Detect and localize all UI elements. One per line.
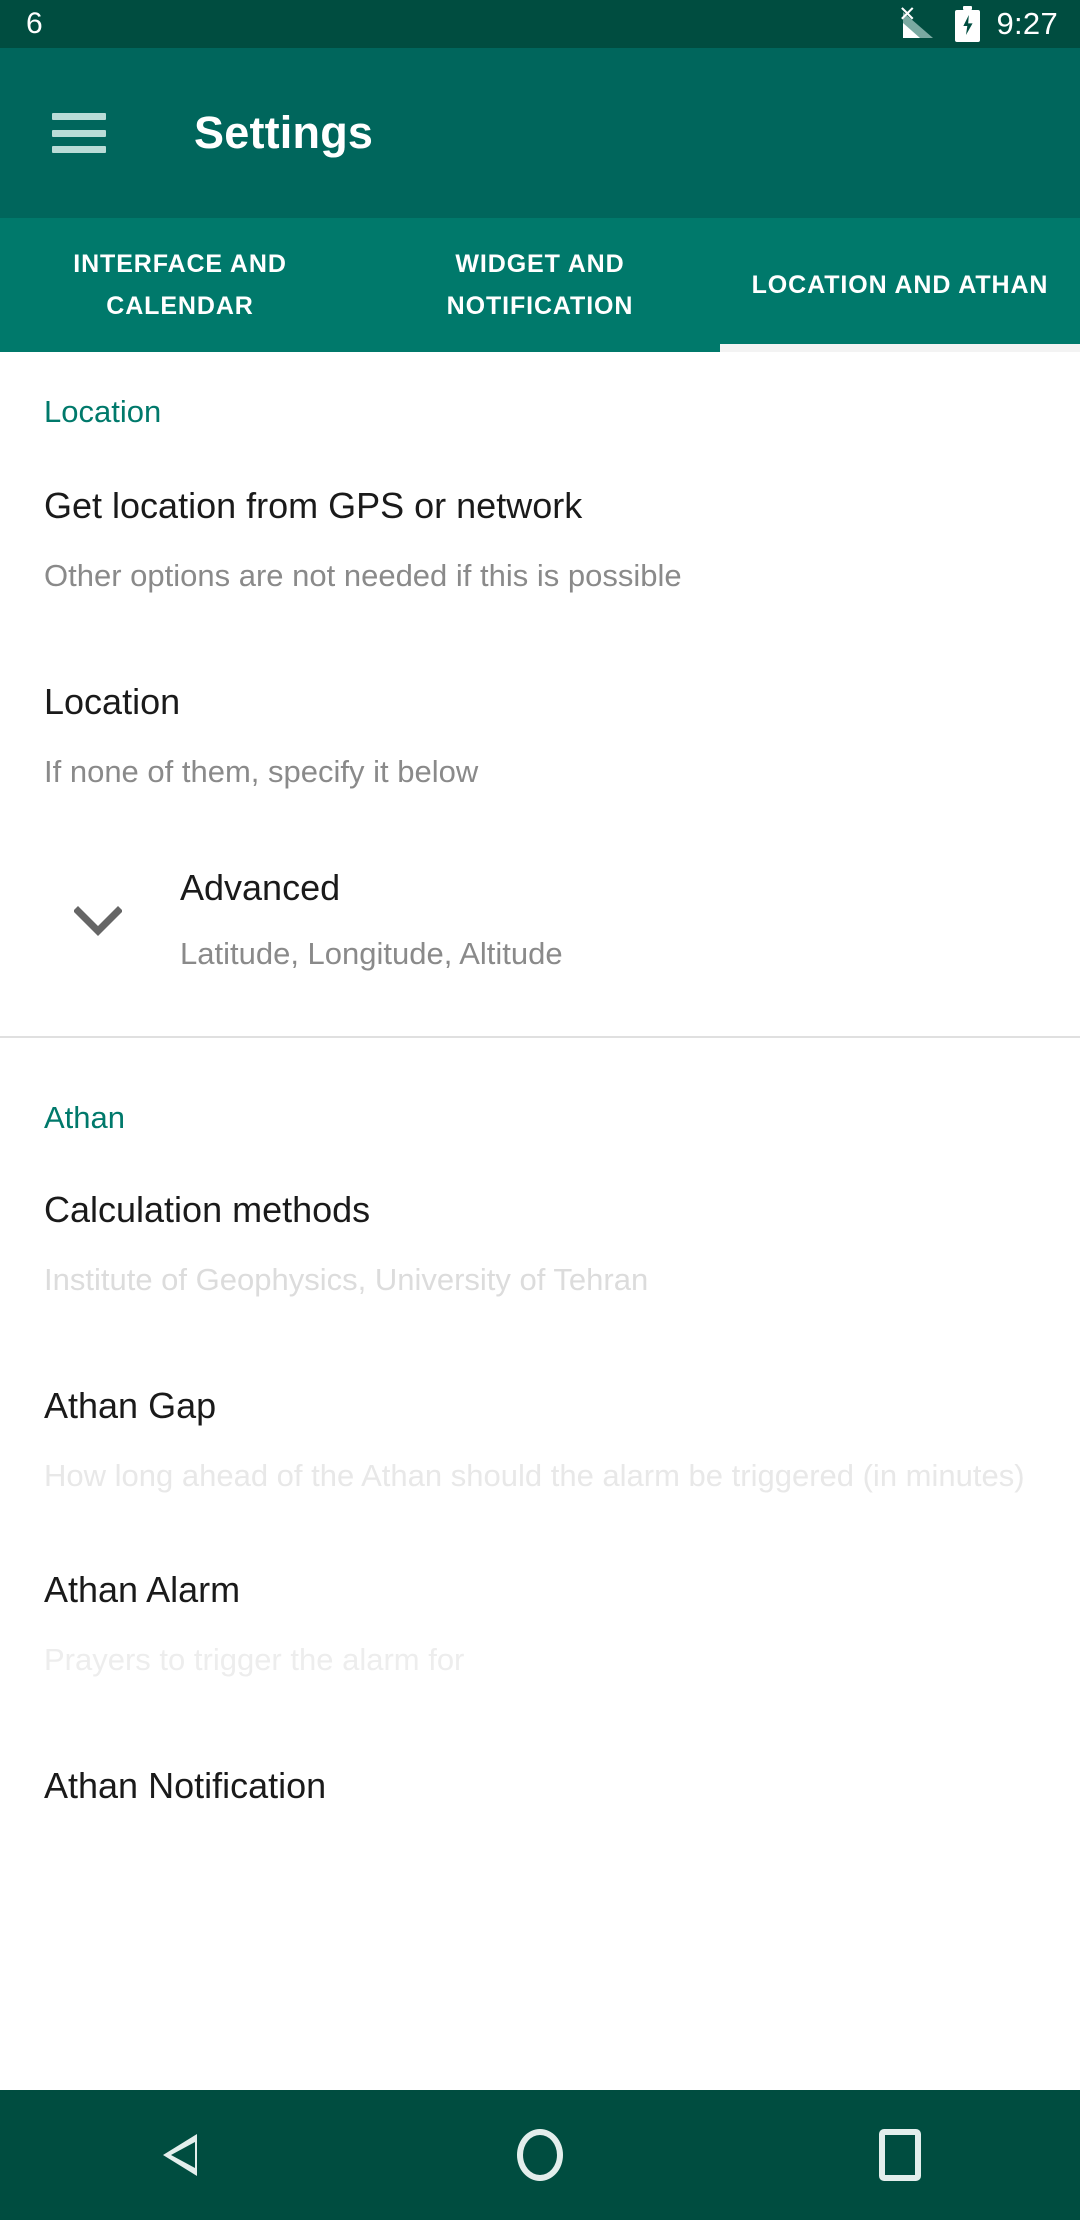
tab-bar: INTERFACE AND CALENDAR WIDGET AND NOTIFI… — [0, 218, 1080, 352]
app-bar: Settings — [0, 48, 1080, 218]
pref-title: Athan Alarm — [44, 1569, 241, 1610]
pref-subtitle: Prayers to trigger the alarm for — [44, 1642, 465, 1677]
signal-no-sim-icon: ✕ — [898, 4, 939, 40]
nav-home-button[interactable] — [360, 2129, 720, 2181]
status-icons: ✕ 9:27 — [898, 0, 1058, 48]
tab-label: LOCATION AND ATHAN — [751, 271, 1049, 299]
pref-subtitle: If none of them, specify it below — [44, 754, 479, 789]
pref-get-location-from-gps[interactable]: Get location from GPS or network Other o… — [0, 482, 1080, 600]
pref-subtitle: Other options are not needed if this is … — [44, 558, 682, 593]
pref-athan-alarm[interactable]: Athan Alarm Prayers to trigger the alarm… — [0, 1566, 1080, 1684]
android-navigation-bar — [0, 2090, 1080, 2220]
pref-title: Get location from GPS or network — [44, 485, 583, 526]
settings-content[interactable]: Location Get location from GPS or networ… — [0, 352, 1080, 2090]
nav-back-button[interactable] — [0, 2134, 360, 2176]
nav-recents-button[interactable] — [720, 2129, 1080, 2181]
home-icon — [517, 2129, 563, 2181]
pref-title: Calculation methods — [44, 1189, 371, 1230]
pref-calculation-methods[interactable]: Calculation methods Institute of Geophys… — [0, 1186, 1080, 1304]
pref-advanced[interactable]: Advanced Latitude, Longitude, Altitude — [0, 864, 1080, 978]
section-header-location: Location — [44, 394, 162, 429]
pref-location[interactable]: Location If none of them, specify it bel… — [0, 678, 1080, 796]
status-bar: 6 ✕ 9:27 — [0, 0, 1080, 48]
tab-label: WIDGET AND NOTIFICATION — [446, 250, 634, 320]
phone-screen: 6 ✕ 9:27 Settings INTERFACE AND CALENDAR — [0, 0, 1080, 2220]
pref-subtitle: Latitude, Longitude, Altitude — [180, 936, 563, 971]
recents-icon — [879, 2129, 921, 2181]
pref-athan-gap[interactable]: Athan Gap How long ahead of the Athan sh… — [0, 1382, 1080, 1500]
chevron-down-icon[interactable] — [62, 906, 134, 936]
tab-indicator — [360, 344, 720, 352]
pref-subtitle: How long ahead of the Athan should the a… — [44, 1458, 1025, 1493]
section-header-athan: Athan — [44, 1100, 126, 1135]
hamburger-menu-icon[interactable] — [52, 113, 106, 153]
pref-title: Athan Notification — [44, 1765, 327, 1806]
tab-interface-and-calendar[interactable]: INTERFACE AND CALENDAR — [0, 218, 360, 352]
tab-location-and-athan[interactable]: LOCATION AND ATHAN — [720, 218, 1080, 352]
page-title: Settings — [194, 107, 374, 158]
tab-indicator — [0, 344, 360, 352]
tab-label: INTERFACE AND CALENDAR — [73, 250, 287, 320]
pref-title: Athan Gap — [44, 1385, 217, 1426]
pref-title: Location — [44, 681, 181, 722]
status-clock: 9:27 — [996, 6, 1058, 41]
pref-title: Advanced — [180, 867, 341, 908]
status-notification-count: 6 — [26, 7, 43, 40]
tab-widget-and-notification[interactable]: WIDGET AND NOTIFICATION — [360, 218, 720, 352]
tab-indicator-active — [720, 344, 1080, 352]
pref-advanced-text: Advanced Latitude, Longitude, Altitude — [180, 864, 563, 978]
battery-charging-icon — [955, 6, 981, 42]
back-icon — [163, 2134, 197, 2176]
pref-athan-notification[interactable]: Athan Notification — [0, 1762, 1080, 1810]
pref-subtitle: Institute of Geophysics, University of T… — [44, 1262, 649, 1297]
